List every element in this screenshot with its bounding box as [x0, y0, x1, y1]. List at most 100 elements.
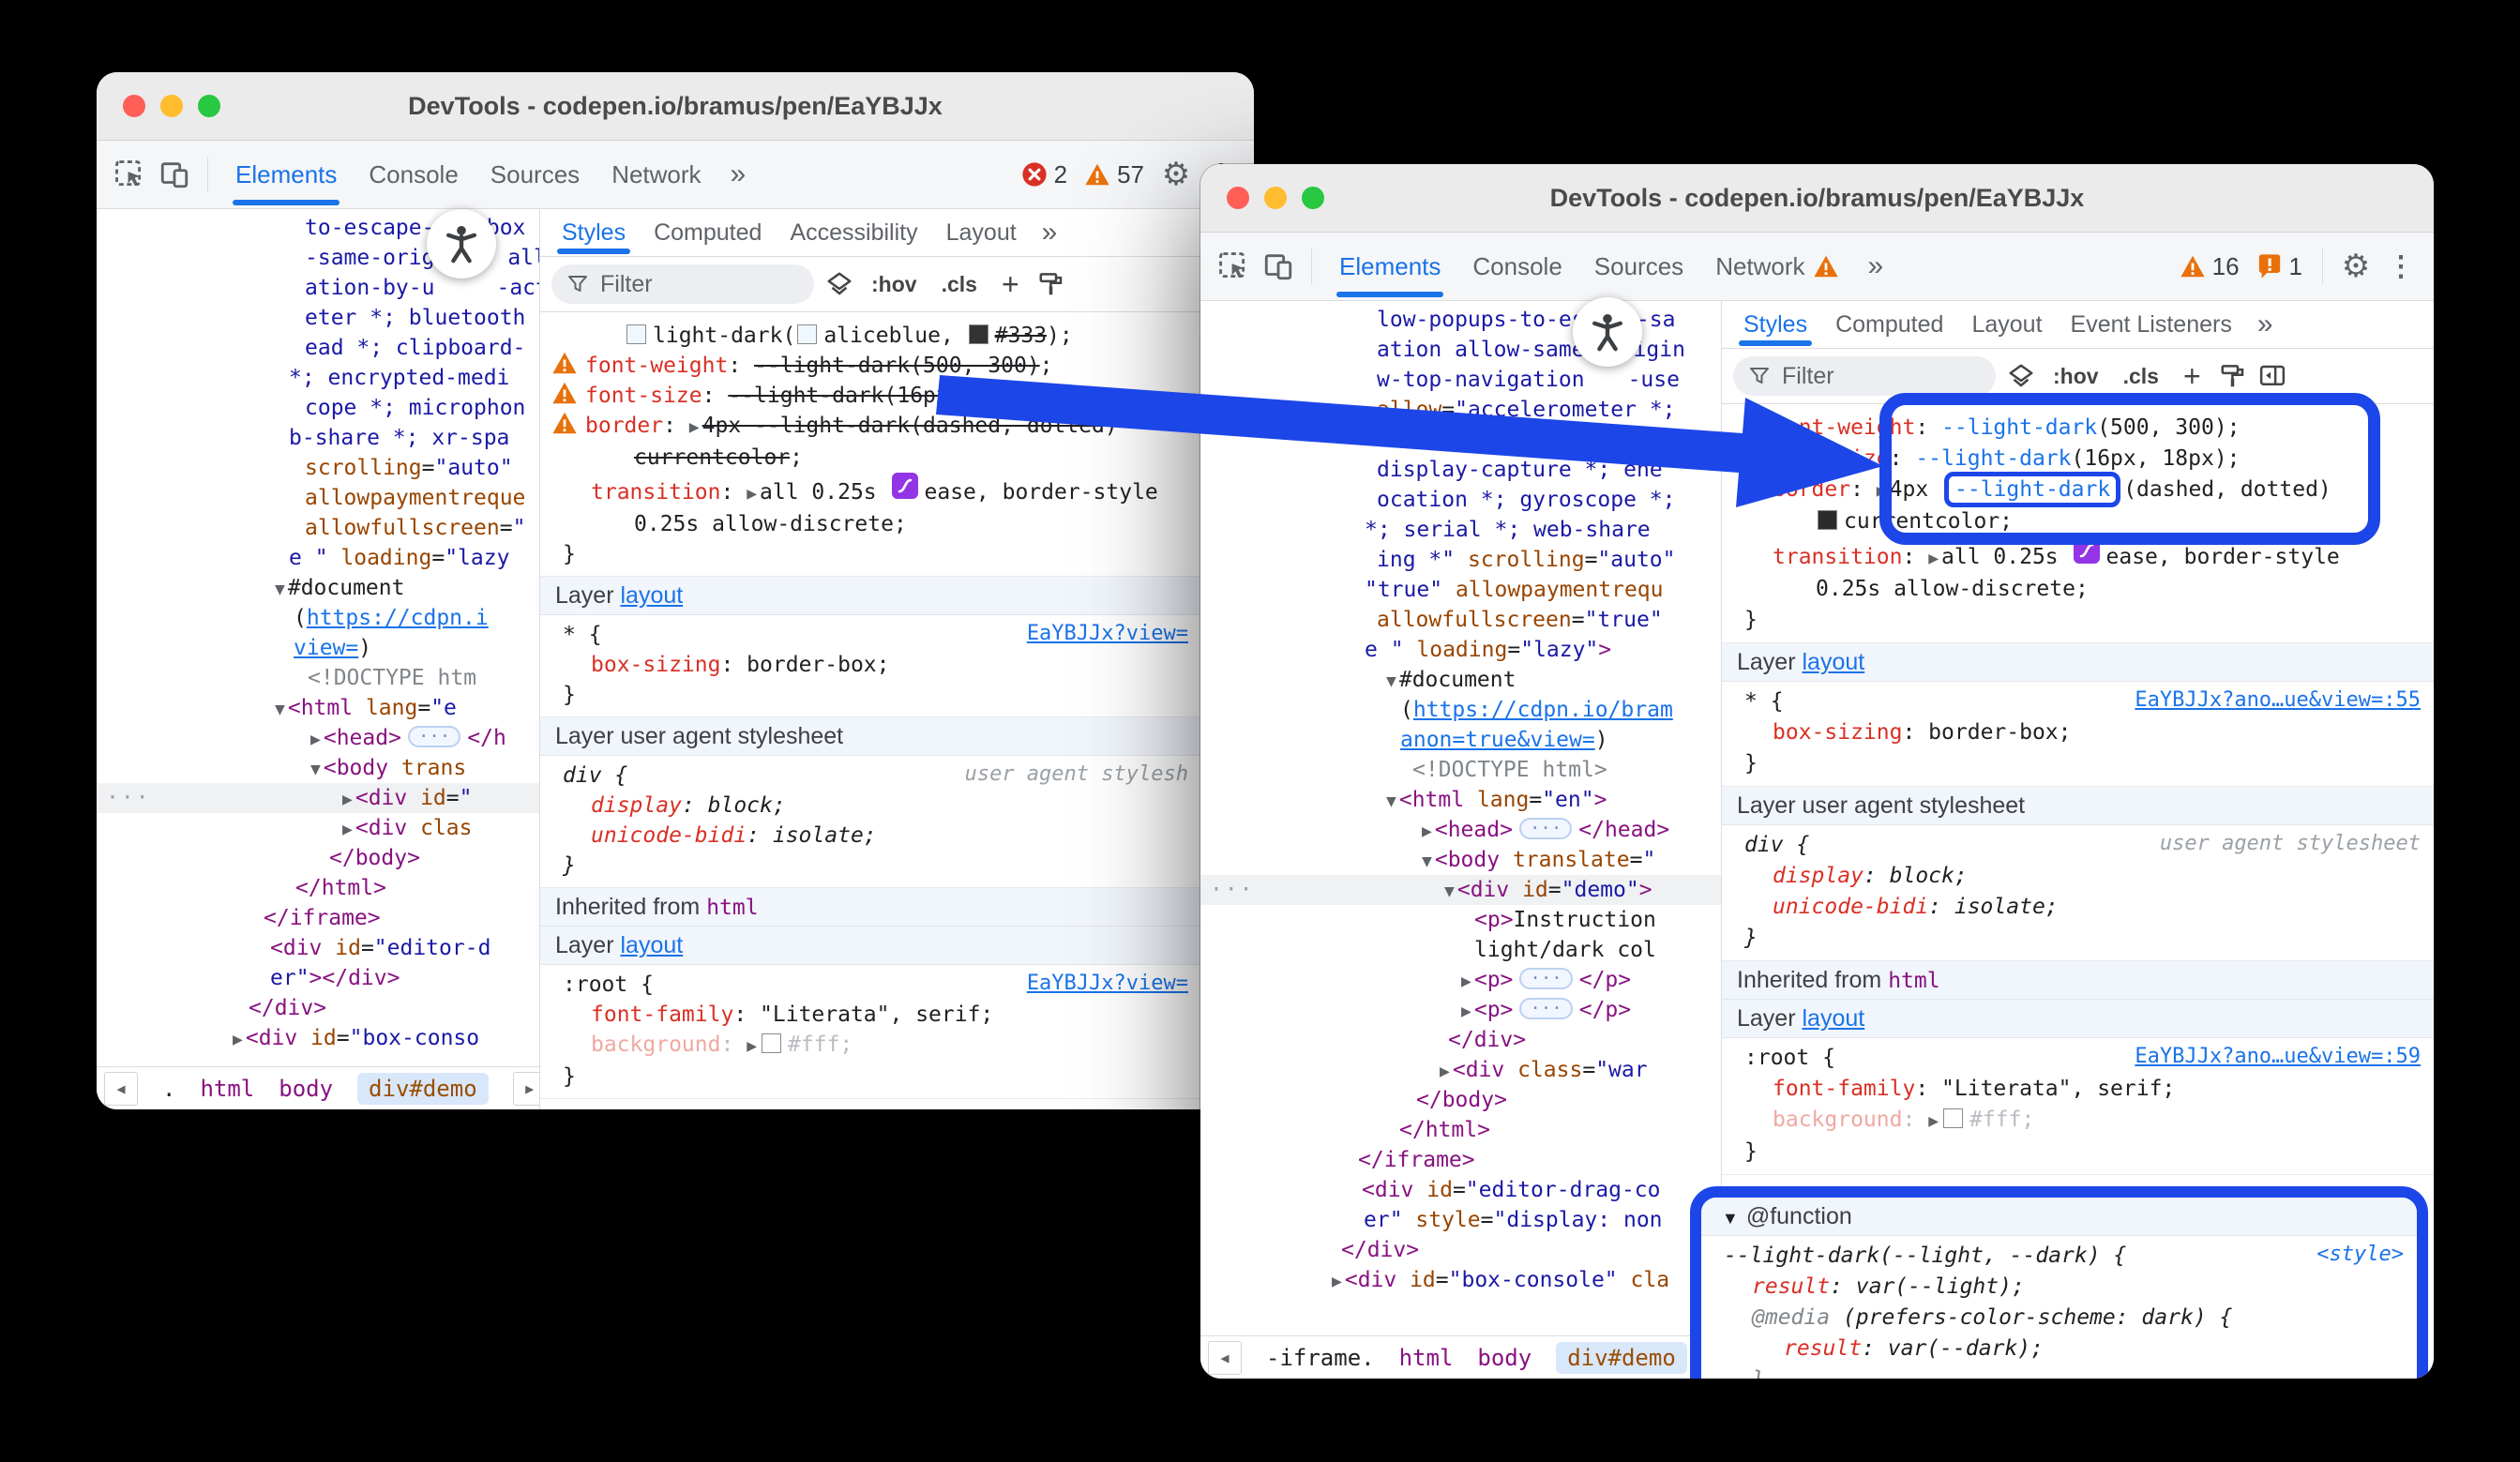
css-declaration[interactable]: display: block; [1722, 861, 2434, 892]
dom-tree-line[interactable]: ation-by-u-act [97, 273, 539, 303]
specificity-icon[interactable] [825, 270, 853, 298]
breadcrumb-item[interactable]: html [1399, 1345, 1454, 1371]
css-declaration[interactable]: :root { [540, 970, 1254, 1000]
css-declaration[interactable]: } [540, 1062, 1254, 1092]
paint-roller-icon[interactable] [1037, 270, 1065, 298]
css-declaration[interactable]: light-dark(aliceblue, #333); [540, 321, 1254, 351]
link[interactable]: layout [1802, 1005, 1864, 1032]
collapsed-children-icon[interactable]: ··· [1519, 818, 1572, 839]
dom-tree-line[interactable]: </div> [97, 993, 539, 1023]
error-count-badge[interactable]: 2 [1021, 160, 1067, 189]
css-declaration[interactable]: background: ▶#fff; [1722, 1105, 2434, 1137]
dom-tree-line[interactable]: e " loading="lazy [97, 543, 539, 573]
css-declaration[interactable]: unicode-bidi: isolate; [1722, 892, 2434, 923]
dom-tree-line[interactable]: "true" allowpaymentrequ [1200, 575, 1721, 605]
link[interactable]: anon=true&view= [1400, 728, 1595, 752]
dom-tree-line[interactable]: e " loading="lazy"> [1200, 635, 1721, 665]
dom-tree-line[interactable]: </body> [97, 843, 539, 873]
sidebar-tab-accessibility[interactable]: Accessibility [776, 209, 931, 256]
css-declaration[interactable]: transition: ▶all 0.25s ease, border-styl… [540, 473, 1254, 509]
dom-tree-line[interactable]: *; serial *; web-share [1200, 515, 1721, 545]
link[interactable]: layout [620, 582, 683, 609]
toggle-hover-state-button[interactable]: :hov [871, 272, 917, 297]
css-declaration[interactable]: font-family: "Literata", serif; [540, 1000, 1254, 1030]
dom-tree-line[interactable]: anon=true&view=) [1200, 725, 1721, 755]
more-tabs-icon[interactable]: » [719, 158, 758, 190]
css-declaration[interactable]: @media (prefers-color-scheme: dark) { [1701, 1303, 2417, 1334]
dom-tree-line[interactable]: allow="accelerometer *; [1200, 395, 1721, 425]
dom-tree-line[interactable]: light/dark col [1200, 935, 1721, 965]
css-declaration[interactable]: } [1701, 1364, 2417, 1379]
dom-tree-line[interactable]: ▼<body translate=" [1200, 845, 1721, 875]
dom-tree-line[interactable]: ▶<head>···</h [97, 723, 539, 753]
toggle-class-button[interactable]: .cls [2123, 364, 2159, 389]
dom-tree-line[interactable]: w-top-navigation-use [1200, 365, 1721, 395]
css-declaration[interactable]: result: var(--dark); [1701, 1334, 2417, 1364]
toggle-hover-state-button[interactable]: :hov [2053, 364, 2099, 389]
filter-input[interactable]: Filter [1733, 356, 1996, 396]
css-declaration[interactable]: } [1722, 748, 2434, 779]
new-style-rule-button[interactable]: + [2183, 359, 2201, 394]
breadcrumb-item[interactable]: . [162, 1076, 175, 1102]
dom-tree-line[interactable]: <p>Instruction [1200, 905, 1721, 935]
link[interactable]: https://cdpn.io/bram [1413, 698, 1673, 722]
tab-network[interactable]: Network [596, 141, 717, 208]
dom-tree-line[interactable]: </body> [1200, 1085, 1721, 1115]
dom-tree-line[interactable]: ▼#document [1200, 665, 1721, 695]
warning-count-badge[interactable]: 16 [2180, 252, 2240, 281]
breadcrumb-item[interactable]: -iframe. [1266, 1345, 1375, 1371]
sidebar-tab-event-listeners[interactable]: Event Listeners [2057, 301, 2246, 348]
css-declaration[interactable]: background: ▶#fff; [540, 1030, 1254, 1062]
css-declaration[interactable]: unicode-bidi: isolate; [540, 821, 1254, 851]
dom-tree-line[interactable]: ▶<p>···</p> [1200, 995, 1721, 1025]
at-function-header[interactable]: ▼@function [1701, 1198, 2417, 1236]
dom-tree-line[interactable]: ▶<div clas [97, 813, 539, 843]
css-declaration[interactable]: * { [1722, 686, 2434, 717]
link[interactable]: view= [294, 636, 358, 660]
more-tabs-icon[interactable]: » [1857, 250, 1895, 282]
sidebar-tab-layout[interactable]: Layout [932, 209, 1031, 256]
dom-tree-line[interactable]: ▼<body trans [97, 753, 539, 783]
dom-tree-line[interactable]: display-capture *; ene [1200, 455, 1721, 485]
more-sidebar-tabs-icon[interactable]: » [2246, 309, 2285, 340]
dom-tree-line[interactable]: allowpaymentreque [97, 483, 539, 513]
breadcrumb-item[interactable]: html [200, 1076, 254, 1102]
device-toolbar-icon[interactable] [1257, 245, 1300, 288]
tab-elements[interactable]: Elements [219, 141, 353, 208]
tab-console[interactable]: Console [1456, 233, 1577, 300]
dom-tree-line[interactable]: a *; clipboard-read *; [1200, 425, 1721, 455]
breadcrumb-item[interactable]: div#demo [357, 1073, 489, 1105]
dom-tree-line[interactable]: ▶<div class="war [1200, 1055, 1721, 1085]
dom-tree-line[interactable]: eter *; bluetooth [97, 303, 539, 333]
dom-tree-line[interactable]: ocation *; gyroscope *; [1200, 485, 1721, 515]
dom-tree-line[interactable]: *; encrypted-medi [97, 363, 539, 393]
css-declaration[interactable]: result: var(--light); [1701, 1272, 2417, 1303]
css-declaration[interactable]: font-weight: --light-dark(500, 300); [1722, 413, 2434, 444]
inspect-element-icon[interactable] [1212, 245, 1255, 288]
dom-tree-line[interactable]: er" style="display: non [1200, 1205, 1721, 1235]
breadcrumb-back-icon[interactable]: ◀ [104, 1072, 138, 1106]
dom-tree-line[interactable]: ▶<div id="box-conso [97, 1023, 539, 1053]
more-sidebar-tabs-icon[interactable]: » [1031, 217, 1069, 249]
minimize-window-icon[interactable] [1264, 187, 1287, 209]
sidebar-tab-computed[interactable]: Computed [640, 209, 776, 256]
dom-tree-line[interactable]: b-share *; xr-spa [97, 423, 539, 453]
filter-input[interactable]: Filter [551, 264, 814, 304]
dom-tree-line[interactable]: </html> [1200, 1115, 1721, 1145]
dom-tree-line[interactable]: ing *" scrolling="auto" [1200, 545, 1721, 575]
settings-gear-icon[interactable]: ⚙ [1154, 153, 1198, 196]
collapsed-children-icon[interactable]: ··· [408, 726, 460, 747]
settings-gear-icon[interactable]: ⚙ [2334, 245, 2377, 288]
dom-tree-line[interactable]: ···▶<div id=" [97, 783, 539, 813]
dom-tree-line[interactable]: ead *; clipboard- [97, 333, 539, 363]
dom-tree-line[interactable]: </iframe> [1200, 1145, 1721, 1175]
css-declaration[interactable]: * { [540, 620, 1254, 650]
dom-tree-line[interactable]: allowfullscreen="true" [1200, 605, 1721, 635]
collapsed-children-icon[interactable]: ··· [1519, 998, 1572, 1019]
css-declaration[interactable]: currentcolor; [540, 443, 1254, 473]
dom-tree-line[interactable]: </div> [1200, 1025, 1721, 1055]
new-style-rule-button[interactable]: + [1002, 267, 1019, 302]
link[interactable]: https://cdpn.i [307, 606, 489, 630]
css-declaration[interactable]: } [1722, 1137, 2434, 1168]
css-declaration[interactable]: 0.25s allow-discrete; [1722, 574, 2434, 605]
